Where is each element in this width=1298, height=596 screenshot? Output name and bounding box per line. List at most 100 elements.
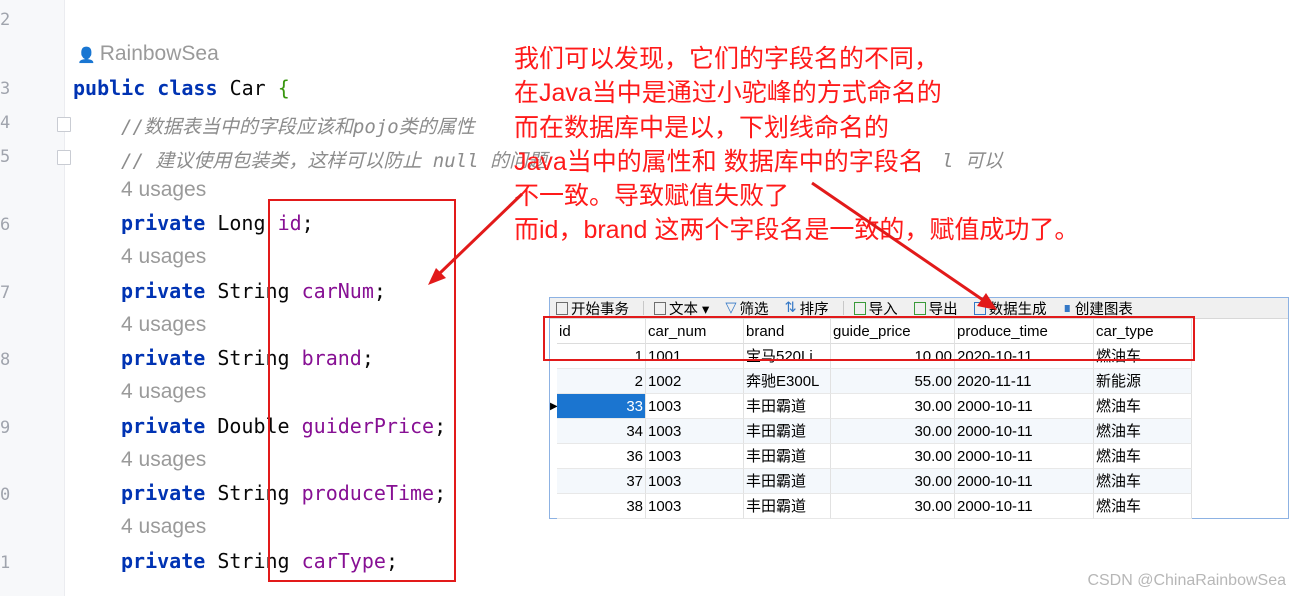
table-cell[interactable]: 1003 — [646, 444, 744, 469]
keyword-private: private — [121, 481, 206, 505]
table-row[interactable]: 38 1003 丰田霸道 30.00 2000-10-11 燃油车 — [550, 494, 1192, 519]
annotation-line: 而在数据库中是以，下划线命名的 — [514, 113, 890, 142]
line-number: 7 — [0, 283, 11, 303]
line-number: 0 — [0, 485, 11, 505]
table-cell[interactable]: 丰田霸道 — [744, 444, 831, 469]
row-indicator[interactable] — [550, 419, 557, 444]
table-cell[interactable]: 燃油车 — [1094, 494, 1192, 519]
table-cell[interactable]: 1003 — [646, 469, 744, 494]
table-cell[interactable]: 2020-11-11 — [955, 369, 1094, 394]
toolbar-divider — [842, 301, 844, 315]
usages-hint[interactable]: 4 usages — [121, 178, 206, 202]
table-cell[interactable]: 30.00 — [831, 444, 955, 469]
keyword-private: private — [121, 549, 206, 573]
table-row[interactable]: 36 1003 丰田霸道 30.00 2000-10-11 燃油车 — [550, 444, 1192, 469]
table-cell[interactable]: 34 — [557, 419, 646, 444]
table-cell[interactable]: 2000-10-11 — [955, 469, 1094, 494]
row-indicator[interactable]: ▶ — [550, 394, 558, 419]
annotation-line: 在Java当中是通过小驼峰的方式命名的 — [514, 79, 942, 108]
table-cell[interactable]: 奔驰E300L — [744, 369, 831, 394]
row-indicator[interactable] — [550, 444, 557, 469]
transaction-icon — [556, 301, 568, 315]
table-row[interactable]: 37 1003 丰田霸道 30.00 2000-10-11 燃油车 — [550, 469, 1192, 494]
watermark: CSDN @ChinaRainbowSea — [1087, 572, 1286, 589]
keyword-public: public — [73, 76, 146, 100]
line-number: 2 — [0, 10, 11, 30]
import-icon — [853, 301, 866, 315]
usages-hint[interactable]: 4 usages — [121, 245, 206, 269]
table-cell[interactable]: 丰田霸道 — [744, 494, 831, 519]
sort-icon: ⇅ — [784, 300, 797, 316]
comment-line-2: // 建议使用包装类，这样可以防止 null 的问题 — [121, 150, 547, 172]
export-icon — [913, 301, 926, 315]
keyword-private: private — [121, 211, 206, 235]
author-inlay[interactable]: 👤 RainbowSea — [77, 42, 219, 66]
line-number: 5 — [0, 147, 11, 167]
class-name: Car — [229, 76, 266, 100]
table-cell[interactable]: 燃油车 — [1094, 394, 1192, 419]
line-number: 6 — [0, 215, 11, 235]
table-cell[interactable]: 55.00 — [831, 369, 955, 394]
table-cell[interactable]: 1003 — [646, 419, 744, 444]
usages-hint[interactable]: 4 usages — [121, 380, 206, 404]
comment-line-1: //数据表当中的字段应该和pojo类的属性 — [121, 116, 475, 138]
column-names-highlight-box — [543, 316, 1195, 361]
row-indicator[interactable] — [550, 469, 557, 494]
annotation-line: 而id，brand 这两个字段名是一致的，赋值成功了。 — [514, 216, 1080, 245]
table-row[interactable]: ▶ 33 1003 丰田霸道 30.00 2000-10-11 燃油车 — [550, 394, 1192, 419]
table-cell[interactable]: 丰田霸道 — [744, 394, 831, 419]
table-cell[interactable]: 2000-10-11 — [955, 394, 1094, 419]
annotation-line: 不一致。导致赋值失败了 — [514, 182, 790, 211]
table-cell[interactable]: 30.00 — [831, 419, 955, 444]
toolbar-divider — [643, 301, 644, 315]
fold-end-icon[interactable] — [57, 150, 71, 165]
person-icon: 👤 — [77, 47, 96, 64]
usages-hint[interactable]: 4 usages — [121, 313, 206, 337]
editor-gutter: 2 3 4 5 6 7 8 9 0 1 — [0, 0, 71, 596]
author-name: RainbowSea — [99, 42, 219, 65]
table-cell[interactable]: 36 — [557, 444, 646, 469]
table-cell[interactable]: 33 — [557, 394, 646, 419]
table-cell[interactable]: 38 — [557, 494, 646, 519]
table-cell[interactable]: 新能源 — [1094, 369, 1192, 394]
table-cell[interactable]: 燃油车 — [1094, 469, 1192, 494]
line-number: 1 — [0, 553, 11, 573]
line-number: 4 — [0, 113, 11, 133]
table-cell[interactable]: 燃油车 — [1094, 419, 1192, 444]
table-cell[interactable]: 1003 — [646, 394, 744, 419]
table-cell[interactable]: 燃油车 — [1094, 444, 1192, 469]
usages-hint[interactable]: 4 usages — [121, 448, 206, 472]
filter-icon: ▽ — [725, 300, 737, 316]
table-cell[interactable]: 2 — [557, 369, 646, 394]
keyword-private: private — [121, 414, 206, 438]
fold-start-icon[interactable] — [57, 117, 71, 132]
row-indicator[interactable] — [550, 369, 557, 394]
table-cell[interactable]: 37 — [557, 469, 646, 494]
field-type: Long — [217, 211, 266, 235]
chart-icon: ∎ — [1062, 300, 1072, 316]
table-cell[interactable]: 30.00 — [831, 494, 955, 519]
usages-hint[interactable]: 4 usages — [121, 515, 206, 539]
keyword-private: private — [121, 346, 206, 370]
table-row[interactable]: 34 1003 丰田霸道 30.00 2000-10-11 燃油车 — [550, 419, 1192, 444]
table-row[interactable]: 2 1002 奔驰E300L 55.00 2020-11-11 新能源 — [550, 369, 1192, 394]
table-cell[interactable]: 丰田霸道 — [744, 419, 831, 444]
open-brace: { — [277, 76, 290, 100]
line-number: 9 — [0, 418, 11, 438]
text-icon — [654, 301, 666, 315]
table-cell[interactable]: 1003 — [646, 494, 744, 519]
line-number: 3 — [0, 79, 11, 99]
field-names-highlight-box — [268, 199, 456, 582]
annotation-text: 我们可以发现，它们的字段名的不同， 在Java当中是通过小驼峰的方式命名的 而在数据… — [514, 42, 1079, 248]
table-cell[interactable]: 30.00 — [831, 469, 955, 494]
class-declaration: public class Car { — [73, 76, 290, 100]
line-number: 8 — [0, 350, 11, 370]
table-cell[interactable]: 2000-10-11 — [955, 419, 1094, 444]
table-cell[interactable]: 2000-10-11 — [955, 444, 1094, 469]
table-cell[interactable]: 30.00 — [831, 394, 955, 419]
data-generate-icon — [973, 301, 986, 315]
table-cell[interactable]: 1002 — [646, 369, 744, 394]
table-cell[interactable]: 2000-10-11 — [955, 494, 1094, 519]
table-cell[interactable]: 丰田霸道 — [744, 469, 831, 494]
row-indicator[interactable] — [550, 494, 557, 519]
